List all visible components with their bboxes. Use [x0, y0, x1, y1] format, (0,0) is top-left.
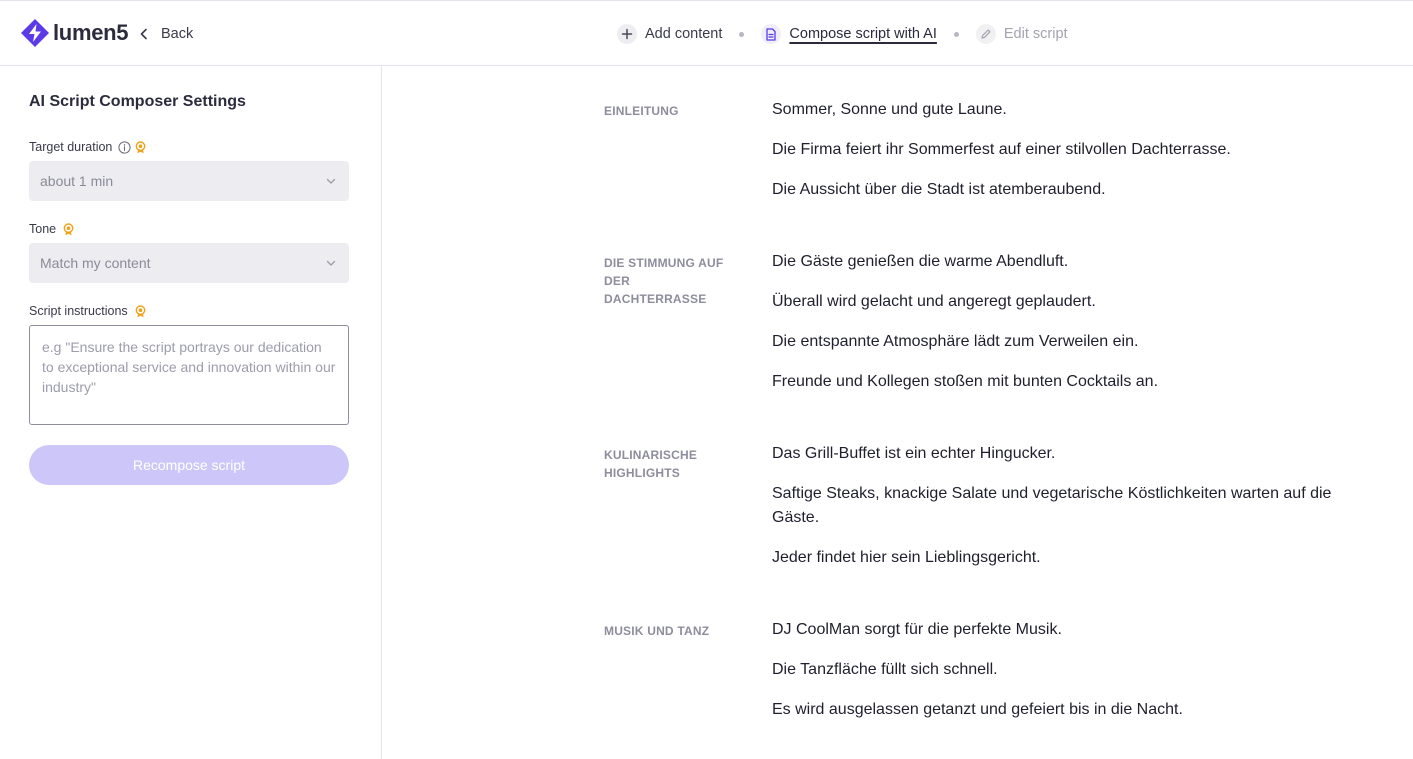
step-add-content[interactable]: Add content — [617, 24, 722, 44]
script-line[interactable]: Überall wird gelacht und angeregt geplau… — [772, 290, 1382, 314]
script-line[interactable]: Sommer, Sonne und gute Laune. — [772, 98, 1382, 122]
step-edit-script[interactable]: Edit script — [975, 24, 1068, 44]
script-line[interactable]: Freunde und Kollegen stoßen mit bunten C… — [772, 370, 1382, 394]
script-line[interactable]: DJ CoolMan sorgt für die perfekte Musik. — [772, 618, 1382, 642]
premium-badge-icon — [135, 304, 146, 317]
script-line[interactable]: Jeder findet hier sein Lieblingsgericht. — [772, 546, 1382, 570]
target-duration-value: about 1 min — [40, 173, 114, 189]
premium-badge-icon — [63, 222, 74, 235]
settings-sidebar: AI Script Composer Settings Target durat… — [0, 66, 382, 759]
step-navigation: Add content Compose script with AI Edit … — [617, 23, 1068, 45]
section-title: KULINARISCHE HIGHLIGHTS — [604, 448, 698, 480]
logo-text: lumen5 — [53, 20, 129, 45]
target-duration-label-row: Target duration — [29, 140, 147, 154]
step-label: Compose script with AI — [789, 26, 937, 42]
document-icon — [761, 24, 782, 44]
script-instructions-label-row: Script instructions — [29, 304, 147, 318]
back-label: Back — [161, 26, 194, 42]
script-line[interactable]: Die Aussicht über die Stadt ist atembera… — [772, 178, 1382, 202]
step-separator — [739, 31, 745, 37]
script-line[interactable]: Die entspannte Atmosphäre lädt zum Verwe… — [772, 330, 1382, 354]
script-line[interactable]: Die Gäste genießen die warme Abendluft. — [772, 250, 1382, 274]
tone-label: Tone — [29, 222, 57, 236]
script-instructions-label: Script instructions — [29, 304, 128, 318]
tone-value: Match my content — [40, 255, 151, 271]
step-separator — [953, 31, 959, 37]
plus-icon — [617, 24, 637, 44]
sidebar-title: AI Script Composer Settings — [29, 93, 246, 110]
step-compose-script[interactable]: Compose script with AI — [761, 24, 937, 44]
script-line[interactable]: Die Firma feiert ihr Sommerfest auf eine… — [772, 138, 1382, 162]
back-button[interactable]: Back — [137, 23, 193, 45]
target-duration-select[interactable]: about 1 min — [29, 161, 349, 201]
top-bar: lumen5 Back Add content Compose script w… — [0, 0, 1413, 66]
script-line[interactable]: Es wird ausgelassen getanzt und gefeiert… — [772, 698, 1382, 722]
section-title: DIE STIMMUNG AUF DER DACHTERRASSE — [604, 256, 724, 306]
tone-select[interactable]: Match my content — [29, 243, 349, 283]
step-label: Add content — [645, 26, 723, 42]
pencil-icon — [975, 24, 996, 44]
section-title: EINLEITUNG — [604, 104, 679, 118]
lumen5-logo-icon — [21, 19, 49, 47]
lumen5-logo[interactable]: lumen5 — [20, 18, 129, 48]
script-line[interactable]: Saftige Steaks, knackige Salate und vege… — [772, 482, 1382, 530]
info-icon[interactable] — [118, 140, 131, 154]
section-title: MUSIK UND TANZ — [604, 624, 710, 638]
target-duration-label: Target duration — [29, 140, 113, 154]
chevron-down-icon — [326, 260, 336, 266]
recompose-script-button[interactable]: Recompose script — [29, 445, 349, 485]
chevron-left-icon — [140, 28, 147, 40]
premium-badge-icon — [135, 140, 146, 153]
chevron-down-icon — [326, 178, 336, 184]
script-line[interactable]: Die Tanzfläche füllt sich schnell. — [772, 658, 1382, 682]
tone-label-row: Tone — [29, 222, 75, 236]
script-instructions-input[interactable] — [29, 325, 349, 425]
step-label: Edit script — [1003, 26, 1068, 42]
script-line[interactable]: Das Grill-Buffet ist ein echter Hingucke… — [772, 442, 1382, 466]
